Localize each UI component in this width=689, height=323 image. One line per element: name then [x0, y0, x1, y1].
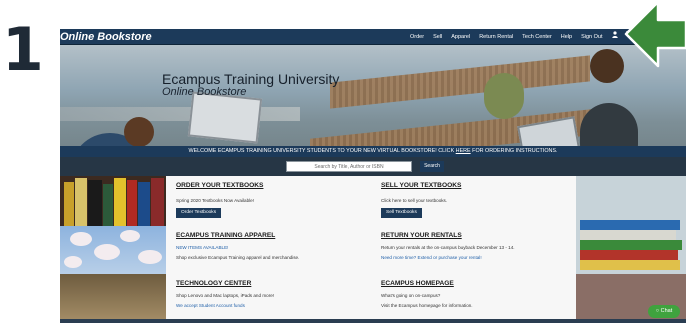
tech-text: Shop Lenovo and Mac laptops, iPads and m… [176, 293, 275, 298]
nav-return-rental[interactable]: Return Rental [479, 34, 513, 40]
homepage-text: What's going on on-campus? [381, 293, 441, 298]
apparel-panel: ECAMPUS TRAINING APPAREL NEW ITEMS AVAIL… [166, 226, 371, 274]
hero-photo-bench [330, 55, 590, 109]
brand-logo[interactable]: Online Bookstore [60, 29, 152, 45]
chat-button[interactable]: ○ Chat [648, 305, 680, 318]
nav-links: Order Sell Apparel Return Rental Tech Ce… [410, 29, 642, 45]
chat-label: Chat [660, 308, 673, 314]
tutorial-screenshot: 1 Online Bookstore Order Sell Apparel Re… [0, 0, 689, 323]
step-number: 1 [2, 15, 44, 85]
technology-image [60, 274, 166, 323]
footer-strip [60, 319, 686, 323]
welcome-text-end: FOR ORDERING INSTRUCTIONS. [470, 148, 558, 154]
apparel-image [60, 226, 166, 274]
search-bar: Search [60, 157, 686, 176]
textbooks-image [60, 176, 166, 226]
rentals-text: Return your rentals at the on-campus buy… [381, 245, 515, 250]
search-input[interactable] [286, 161, 412, 172]
hero-title: Ecampus Training University [162, 71, 340, 87]
search-button[interactable]: Search [420, 161, 444, 172]
hero-photo-student [124, 117, 154, 147]
apparel-title[interactable]: ECAMPUS TRAINING APPAREL [176, 232, 275, 239]
homepage-books-image [576, 176, 686, 274]
tech-funds-link[interactable]: We accept Student Account funds [176, 303, 245, 308]
order-textbooks-button[interactable]: Order Textbooks [176, 208, 222, 218]
apparel-new-items-link[interactable]: NEW ITEMS AVAILABLE! [176, 245, 228, 250]
rentals-panel: RETURN YOUR RENTALS Return your rentals … [371, 226, 576, 274]
nav-sell[interactable]: Sell [433, 34, 442, 40]
rentals-title[interactable]: RETURN YOUR RENTALS [381, 232, 462, 239]
sell-panel: SELL YOUR TEXTBOOKS Click here to sell y… [371, 176, 576, 226]
sell-title[interactable]: SELL YOUR TEXTBOOKS [381, 182, 461, 189]
bookstore-site: Online Bookstore Order Sell Apparel Retu… [60, 29, 686, 323]
instructions-link[interactable]: HERE [456, 148, 471, 154]
sell-textbooks-button[interactable]: Sell Textbooks [381, 208, 422, 218]
rentals-extend-link[interactable]: Need more time? Extend or purchase your … [381, 255, 482, 260]
order-panel: ORDER YOUR TEXTBOOKS Spring 2020 Textboo… [166, 176, 371, 226]
top-nav: Online Bookstore Order Sell Apparel Retu… [60, 29, 686, 45]
homepage-title[interactable]: ECAMPUS HOMEPAGE [381, 280, 454, 287]
welcome-banner: WELCOME ECAMPUS TRAINING UNIVERSITY STUD… [60, 146, 686, 157]
hero-photo-laptop [187, 91, 263, 144]
content-grid: ORDER YOUR TEXTBOOKS Spring 2020 Textboo… [60, 176, 686, 323]
nav-apparel[interactable]: Apparel [451, 34, 470, 40]
callout-arrow-icon [624, 0, 688, 68]
hero-photo-student [484, 73, 524, 119]
chat-icon: ○ [655, 308, 660, 314]
user-icon[interactable] [611, 29, 618, 45]
tech-panel: TECHNOLOGY CENTER Shop Lenovo and Mac la… [166, 274, 371, 323]
nav-order[interactable]: Order [410, 34, 424, 40]
homepage-text-2: Visit the Ecampus homepage for informati… [381, 303, 473, 308]
nav-tech-center[interactable]: Tech Center [522, 34, 552, 40]
apparel-text: Shop exclusive Ecampus Training apparel … [176, 255, 300, 260]
hero-photo-student [590, 49, 624, 83]
nav-help[interactable]: Help [561, 34, 572, 40]
hero-photo-plank [60, 107, 300, 121]
order-text: Spring 2020 Textbooks Now Available! [176, 198, 254, 203]
order-title[interactable]: ORDER YOUR TEXTBOOKS [176, 182, 263, 189]
hero-subtitle: Online Bookstore [162, 86, 247, 98]
nav-sign-out[interactable]: Sign Out [581, 34, 602, 40]
welcome-text: WELCOME ECAMPUS TRAINING UNIVERSITY STUD… [188, 148, 456, 154]
sell-text: Click here to sell your textbooks. [381, 198, 448, 203]
tech-title[interactable]: TECHNOLOGY CENTER [176, 280, 251, 287]
homepage-panel: ECAMPUS HOMEPAGE What's going on on-camp… [371, 274, 576, 323]
